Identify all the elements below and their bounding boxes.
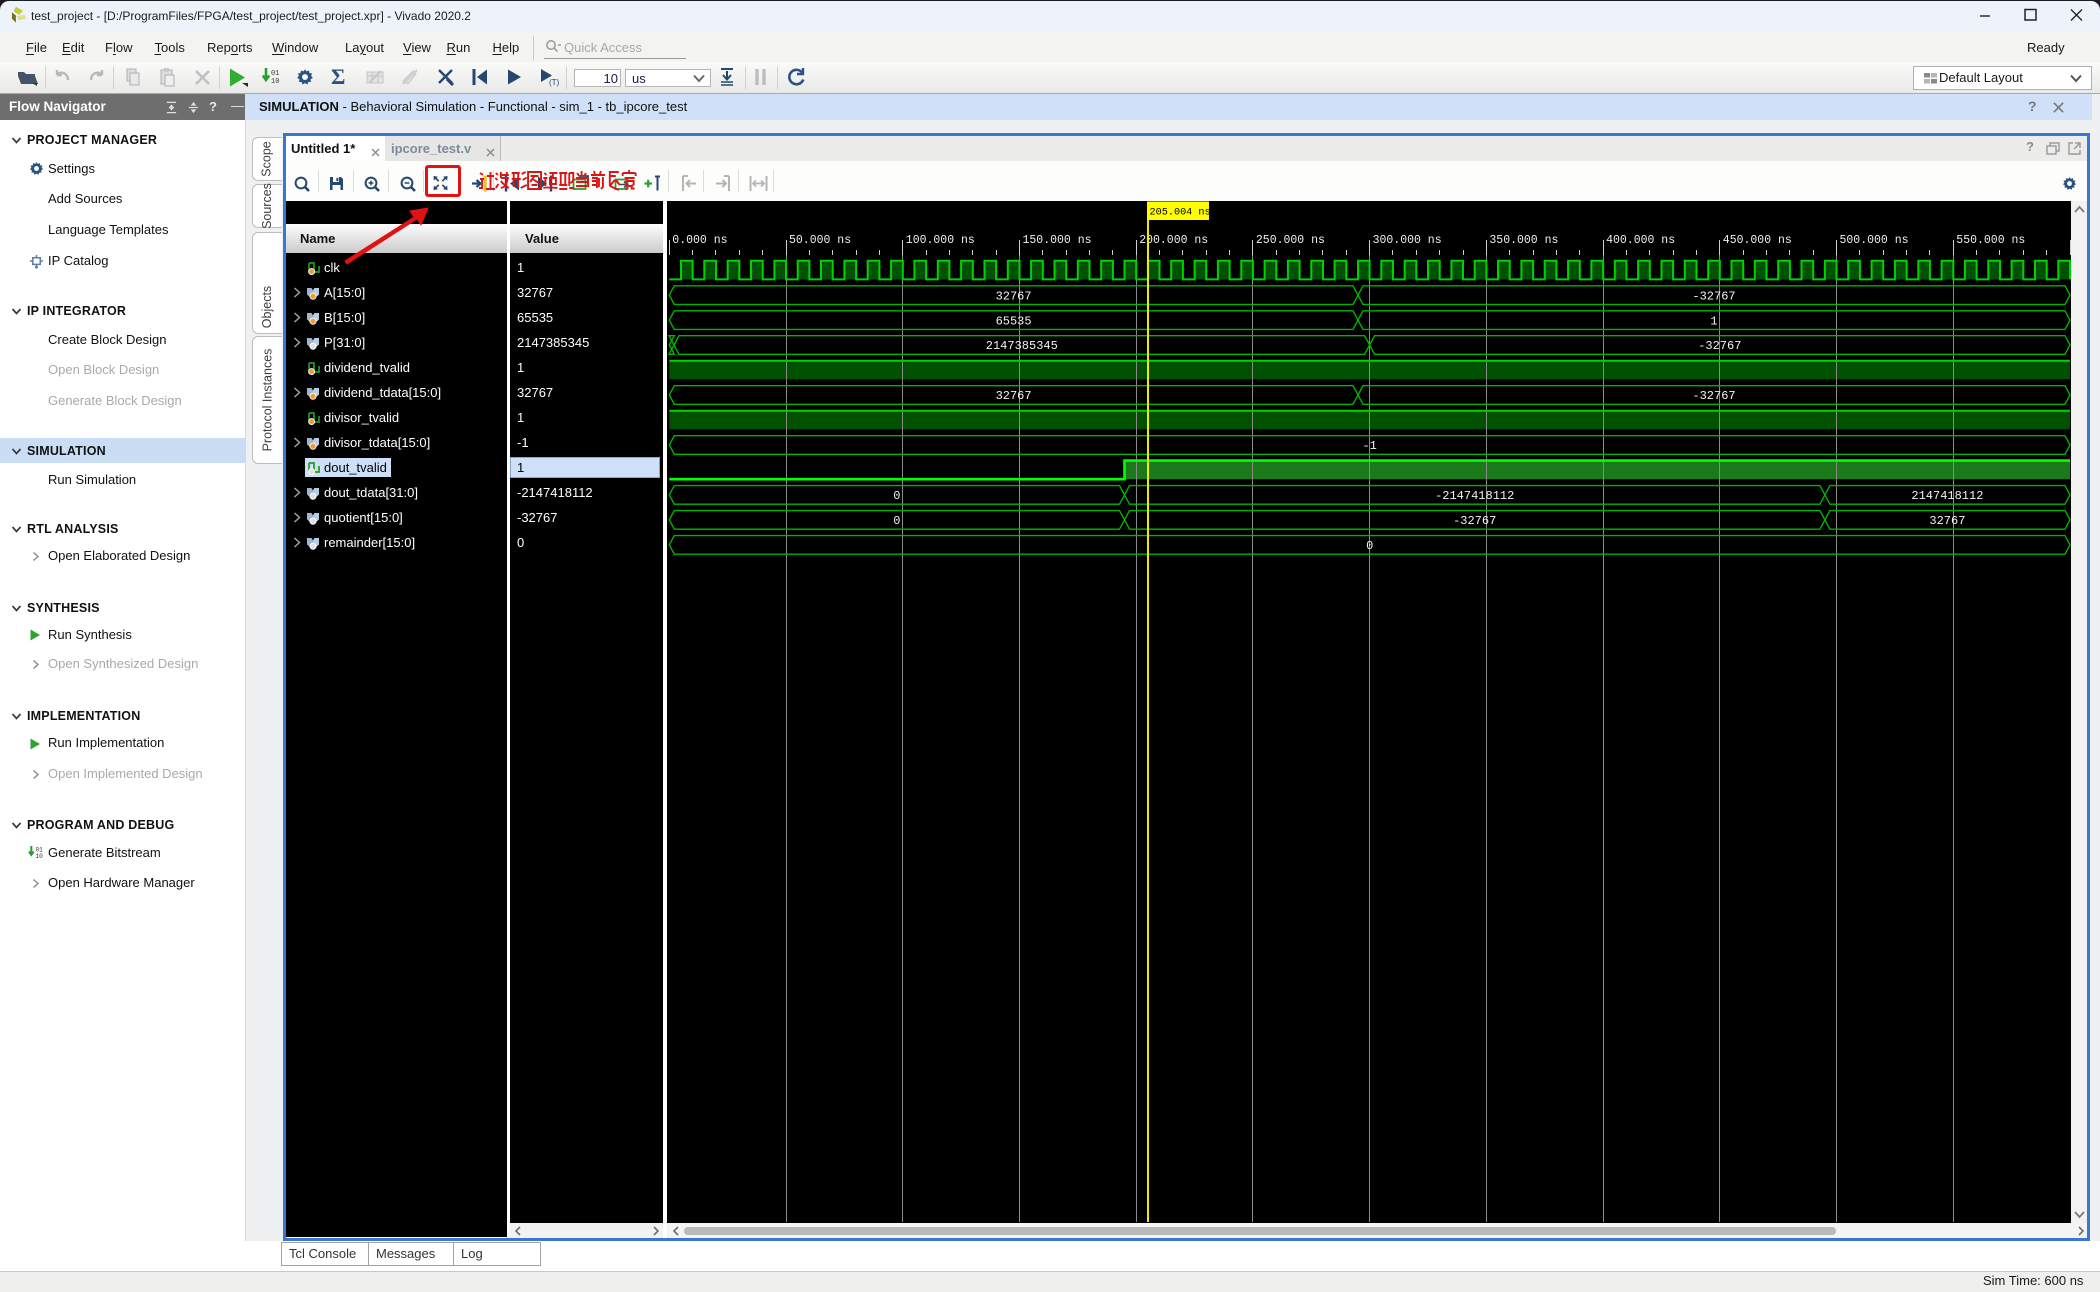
svg-text:205.004 ns: 205.004 ns [1150,208,1211,219]
svg-text:(T): (T) [549,78,560,87]
svg-text:-32767: -32767 [1698,339,1741,353]
svg-text:0: 0 [1366,539,1373,553]
svg-text:32767: 32767 [996,289,1032,303]
svg-text:550.000 ns: 550.000 ns [1956,234,2025,247]
svg-text:450.000 ns: 450.000 ns [1723,234,1792,247]
svg-text:32767: 32767 [996,389,1032,403]
svg-text:50.000 ns: 50.000 ns [789,234,851,247]
svg-text:2147385345: 2147385345 [986,339,1058,353]
svg-text:300.000 ns: 300.000 ns [1373,234,1442,247]
svg-text:65535: 65535 [996,314,1032,328]
svg-text:-32767: -32767 [1692,389,1735,403]
svg-text:350.000 ns: 350.000 ns [1489,234,1558,247]
svg-text:-32767: -32767 [1453,514,1496,528]
svg-text:200.000 ns: 200.000 ns [1139,234,1208,247]
svg-text:0.000 ns: 0.000 ns [672,234,727,247]
svg-text:01: 01 [271,70,279,78]
svg-text:32767: 32767 [1929,514,1965,528]
svg-text:-32767: -32767 [1692,289,1735,303]
svg-text:150.000 ns: 150.000 ns [1023,234,1092,247]
svg-text:500.000 ns: 500.000 ns [1840,234,1909,247]
svg-text:-2147418112: -2147418112 [1435,489,1514,503]
svg-text:100.000 ns: 100.000 ns [906,234,975,247]
svg-text:400.000 ns: 400.000 ns [1606,234,1675,247]
svg-text:10: 10 [36,853,44,860]
svg-text:250.000 ns: 250.000 ns [1256,234,1325,247]
svg-text:1: 1 [1710,314,1717,328]
svg-text:10: 10 [271,78,279,86]
svg-text:0: 0 [893,489,900,503]
svg-text:2147418112: 2147418112 [1911,489,1983,503]
svg-text:0: 0 [893,514,900,528]
svg-text:-1: -1 [1362,439,1376,453]
